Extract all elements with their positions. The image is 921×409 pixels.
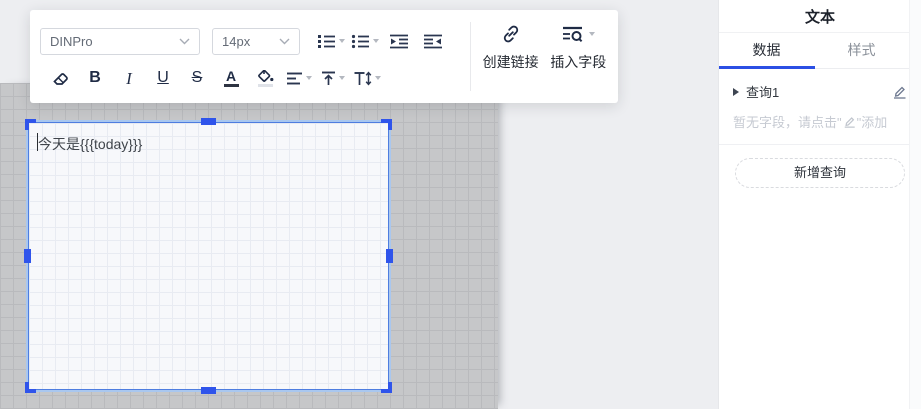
- ordered-list-icon: [317, 34, 336, 49]
- italic-button[interactable]: I: [112, 64, 146, 92]
- panel-title: 文本: [805, 6, 835, 27]
- indent-icon: [424, 34, 442, 49]
- empty-fields-hint: 暂无字段，请点击" "添加: [719, 101, 921, 144]
- panel-divider: [719, 144, 921, 145]
- panel-tabs: 数据 样式: [719, 33, 921, 69]
- chevron-down-icon: [179, 38, 190, 45]
- create-link-label: 创建链接: [483, 52, 539, 72]
- font-size-value: 14px: [222, 34, 250, 49]
- paint-bucket-icon: [257, 70, 274, 83]
- toolbar-actions: 创建链接 插入字段: [471, 10, 618, 103]
- insert-field-label: 插入字段: [550, 52, 606, 72]
- text-widget[interactable]: 今天是{{{today}}}: [28, 122, 389, 390]
- dashboard-editor: 今天是{{{today}}} DINPro 14px: [0, 0, 921, 409]
- resize-handle-top-left[interactable]: [25, 119, 36, 130]
- underline-button[interactable]: U: [146, 64, 180, 92]
- resize-handle-left[interactable]: [24, 249, 31, 263]
- tab-data[interactable]: 数据: [719, 33, 814, 68]
- insert-field-button[interactable]: 插入字段: [550, 23, 606, 103]
- eraser-icon: [51, 70, 71, 87]
- toolbar-format-section: DINPro 14px: [30, 10, 470, 103]
- font-size-select[interactable]: 14px: [212, 28, 300, 55]
- pencil-icon: [843, 115, 856, 128]
- query-name: 查询1: [746, 82, 892, 101]
- outdent-button[interactable]: [382, 27, 416, 55]
- vertical-align-top-icon: [321, 71, 336, 86]
- panel-scrollbar[interactable]: [909, 0, 921, 409]
- widget-text[interactable]: 今天是{{{today}}}: [38, 134, 142, 154]
- bold-button[interactable]: B: [78, 64, 112, 92]
- outdent-icon: [390, 34, 408, 49]
- create-link-button[interactable]: 创建链接: [483, 23, 539, 103]
- line-height-button[interactable]: [350, 64, 384, 92]
- unordered-list-icon: [351, 34, 370, 49]
- caret-down-icon: [339, 76, 345, 80]
- clear-format-button[interactable]: [44, 64, 78, 92]
- caret-down-icon: [373, 39, 379, 43]
- vertical-align-button[interactable]: [316, 64, 350, 92]
- font-family-value: DINPro: [50, 34, 93, 49]
- add-query-button[interactable]: 新增查询: [735, 158, 905, 188]
- resize-handle-top[interactable]: [201, 118, 216, 125]
- tab-style[interactable]: 样式: [814, 33, 909, 68]
- align-left-icon: [287, 72, 303, 85]
- rich-text-toolbar: DINPro 14px: [30, 10, 618, 103]
- pencil-icon[interactable]: [892, 84, 907, 99]
- strikethrough-button[interactable]: S: [180, 64, 214, 92]
- caret-down-icon: [339, 39, 345, 43]
- properties-panel: 文本 数据 样式 查询1 暂无字段，请点击" "添加 新增查询: [718, 0, 921, 409]
- ordered-list-button[interactable]: [314, 27, 348, 55]
- resize-handle-top-right[interactable]: [381, 119, 392, 130]
- font-color-button[interactable]: A: [214, 64, 248, 92]
- background-color-swatch: [258, 84, 273, 87]
- caret-down-icon: [589, 32, 595, 36]
- resize-handle-bottom-left[interactable]: [25, 382, 36, 393]
- panel-header: 文本: [719, 0, 921, 33]
- indent-button[interactable]: [416, 27, 450, 55]
- chevron-down-icon: [279, 38, 290, 45]
- line-height-icon: [354, 71, 372, 86]
- expand-arrow-icon[interactable]: [733, 88, 739, 96]
- field-search-icon: [562, 26, 583, 43]
- unordered-list-button[interactable]: [348, 27, 382, 55]
- resize-handle-right[interactable]: [386, 249, 393, 263]
- chain-link-icon: [501, 24, 521, 44]
- background-color-button[interactable]: [248, 64, 282, 92]
- query-row[interactable]: 查询1: [719, 69, 921, 101]
- font-family-select[interactable]: DINPro: [40, 28, 200, 55]
- resize-handle-bottom-right[interactable]: [381, 382, 392, 393]
- toolbar-row-1: DINPro 14px: [40, 27, 470, 55]
- text-align-button[interactable]: [282, 64, 316, 92]
- caret-down-icon: [306, 76, 312, 80]
- active-tab-indicator: [719, 66, 815, 69]
- toolbar-row-2: B I U S A: [40, 64, 470, 92]
- resize-handle-bottom[interactable]: [201, 387, 216, 394]
- caret-down-icon: [375, 76, 381, 80]
- font-color-swatch: [224, 84, 239, 87]
